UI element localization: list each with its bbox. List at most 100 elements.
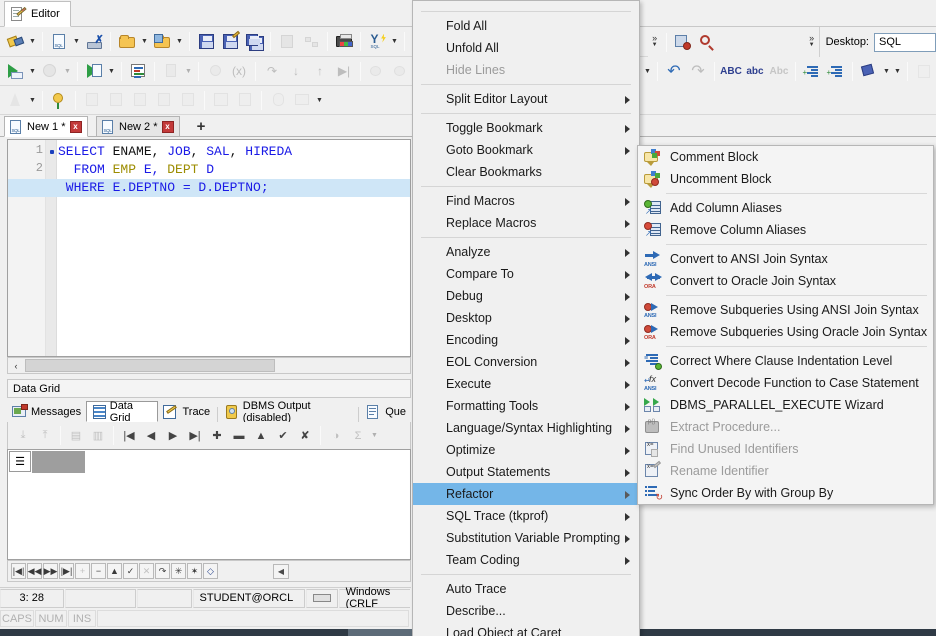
prev-record-button[interactable]: ◀	[140, 425, 162, 446]
toolbar-chevron-2-icon[interactable]: » ▼	[805, 30, 819, 54]
grid-column-header[interactable]	[32, 451, 85, 473]
stop-fetch-button[interactable]: ◑	[325, 425, 347, 446]
find-replace-dropdown[interactable]: ▼	[642, 61, 653, 83]
team-coding-button[interactable]	[266, 89, 290, 112]
explain-plan-button[interactable]	[126, 60, 150, 83]
refactor-submenu[interactable]: Comment Block Uncomment Block ↗ Add Column …	[637, 145, 934, 505]
toolbar-chevron-icon[interactable]: » ▼	[648, 30, 662, 54]
submenu-item-remove-column-aliases[interactable]: ↗ Remove Column Aliases	[638, 219, 933, 241]
copy-rows-button[interactable]: ▤	[65, 425, 87, 446]
menu-item-language-syntax-highlighting[interactable]: Language/Syntax Highlighting	[413, 417, 639, 439]
nav-delete-button[interactable]: −	[91, 563, 106, 579]
menu-item-select-all[interactable]: Select All	[413, 1, 639, 8]
post-record-button[interactable]: ✔	[272, 425, 294, 446]
load-object-dropdown[interactable]: ▼	[174, 31, 185, 53]
submenu-item-uncomment-block[interactable]: Uncomment Block	[638, 168, 933, 190]
copy-record-button[interactable]	[104, 89, 128, 112]
sql-formatter-dropdown[interactable]: ▼	[389, 31, 400, 53]
menu-item-split-editor-layout[interactable]: Split Editor Layout	[413, 88, 639, 110]
run-to-cursor-button[interactable]: ▶|	[332, 60, 356, 83]
menu-item-analyze[interactable]: Analyze	[413, 241, 639, 263]
session-connect-dropdown[interactable]: ▼	[27, 31, 38, 53]
menu-item-optimize[interactable]: Optimize	[413, 439, 639, 461]
desktop-combobox[interactable]: SQL	[874, 32, 936, 52]
menu-item-find-macros[interactable]: Find Macros	[413, 190, 639, 212]
menu-item-refactor[interactable]: Refactor	[413, 483, 639, 505]
nav-scroll-left-button[interactable]: ◀	[273, 563, 289, 579]
tab-query-viewer[interactable]: Que	[361, 401, 411, 422]
session-connect-button[interactable]	[3, 30, 27, 53]
save-record-button[interactable]	[128, 89, 152, 112]
submenu-item-remove-subqueries-using-oracle-join-syntax[interactable]: ORA Remove Subqueries Using Oracle Join S…	[638, 321, 933, 343]
nav-post-button[interactable]: ✓	[123, 563, 138, 579]
tab-dbms-output[interactable]: DBMS Output (disabled)	[220, 400, 356, 424]
aggregate-dropdown[interactable]: ▼	[369, 425, 380, 447]
syntax-highlight-dropdown[interactable]: ▼	[881, 61, 892, 83]
load-object-button[interactable]	[150, 30, 174, 53]
nav-prior-button[interactable]: ◀◀	[27, 563, 42, 579]
editor-fold-gutter[interactable]	[46, 140, 57, 356]
new-sql-file-button[interactable]	[47, 30, 71, 53]
editor-window-tab[interactable]: Editor	[4, 1, 71, 27]
toolbar-row2-overflow[interactable]: ▼	[892, 61, 903, 83]
submenu-item-convert-to-oracle-join-syntax[interactable]: ORA Convert to Oracle Join Syntax	[638, 270, 933, 292]
menu-item-execute[interactable]: Execute	[413, 373, 639, 395]
cancel-record-button[interactable]: ✘	[294, 425, 316, 446]
nav-insert-button[interactable]: +	[75, 563, 90, 579]
edit-record-button[interactable]: ▲	[250, 425, 272, 446]
tab-messages[interactable]: Messages	[7, 401, 86, 422]
extra-button[interactable]	[912, 60, 936, 83]
data-grid[interactable]: ☰	[7, 449, 411, 560]
test-dropdown[interactable]: ▼	[27, 89, 38, 111]
last-record-button[interactable]: ▶|	[184, 425, 206, 446]
test-button[interactable]	[3, 89, 27, 112]
set-parameters-dropdown[interactable]: ▼	[183, 60, 194, 82]
execute-statement-button[interactable]	[3, 60, 27, 83]
undo-button[interactable]: ↶	[662, 60, 686, 83]
watches-button[interactable]: (x)	[227, 60, 251, 83]
redo-button[interactable]: ↷	[686, 60, 710, 83]
save-button[interactable]	[194, 30, 218, 53]
menu-item-auto-trace[interactable]: Auto Trace	[413, 578, 639, 600]
menu-item-debug[interactable]: Debug	[413, 285, 639, 307]
menu-item-substitution-variable-prompting[interactable]: Substitution Variable Prompting	[413, 527, 639, 549]
menu-item-encoding[interactable]: Encoding	[413, 329, 639, 351]
tab-data-grid[interactable]: Data Grid	[86, 400, 159, 424]
nav-cancel-button[interactable]: ✕	[139, 563, 154, 579]
debug-button[interactable]	[203, 60, 227, 83]
document-tab-new-2[interactable]: New 2 * x	[96, 116, 180, 137]
syntax-highlight-button[interactable]	[857, 60, 881, 83]
export-data-button[interactable]: ⤒	[34, 425, 56, 446]
indent-button[interactable]: +	[800, 60, 824, 83]
submenu-item-convert-decode-function-to-case-statement[interactable]: fx ↵ ANSI Convert Decode Function to Case S…	[638, 372, 933, 394]
execute-dropdown[interactable]: ▼	[27, 60, 38, 82]
submenu-item-correct-where-clause-indentation-level[interactable]: ≡ Correct Where Clause Indentation Level	[638, 350, 933, 372]
search-icon-button[interactable]	[695, 31, 719, 54]
add-watch-button[interactable]	[389, 60, 413, 83]
nav-refresh-button[interactable]: ↷	[155, 563, 170, 579]
editor-horizontal-scrollbar[interactable]: ‹	[7, 357, 411, 374]
sync-button[interactable]	[299, 30, 323, 53]
execute-script-dropdown[interactable]: ▼	[106, 60, 117, 82]
uppercase-button[interactable]: ABC	[719, 60, 743, 83]
add-breakpoint-button[interactable]	[365, 60, 389, 83]
step-out-button[interactable]: ↑	[308, 60, 332, 83]
nav-first-button[interactable]: |◀|	[11, 563, 26, 579]
find-objects-button[interactable]	[671, 31, 695, 54]
menu-item-unfold-all[interactable]: Unfold All	[413, 37, 639, 59]
menu-item-toggle-bookmark[interactable]: Toggle Bookmark	[413, 117, 639, 139]
submenu-item-dbms-parallel-execute-wizard[interactable]: DBMS_PARALLEL_EXECUTE Wizard	[638, 394, 933, 416]
menu-item-goto-bookmark[interactable]: Goto Bookmark	[413, 139, 639, 161]
close-window-button[interactable]: ✗	[82, 30, 106, 53]
scrollbar-thumb[interactable]	[25, 359, 275, 372]
submenu-item-sync-order-by-with-group-by[interactable]: ↻ Sync Order By with Group By	[638, 482, 933, 504]
editor-context-menu[interactable]: Select All Fold All Unfold All Hide Lines Sp…	[412, 0, 640, 636]
next-record-button[interactable]: ▶	[162, 425, 184, 446]
new-document-tab-button[interactable]: +	[190, 117, 212, 136]
new-file-dropdown[interactable]: ▼	[71, 31, 82, 53]
document-tab-close-icon[interactable]: x	[161, 120, 174, 133]
menu-item-output-statements[interactable]: Output Statements	[413, 461, 639, 483]
save-all-records-button[interactable]	[152, 89, 176, 112]
submenu-item-remove-subqueries-using-ansi-join-syntax[interactable]: ANSI Remove Subqueries Using ANSI Join Sy…	[638, 299, 933, 321]
optimize-button[interactable]	[47, 89, 71, 112]
